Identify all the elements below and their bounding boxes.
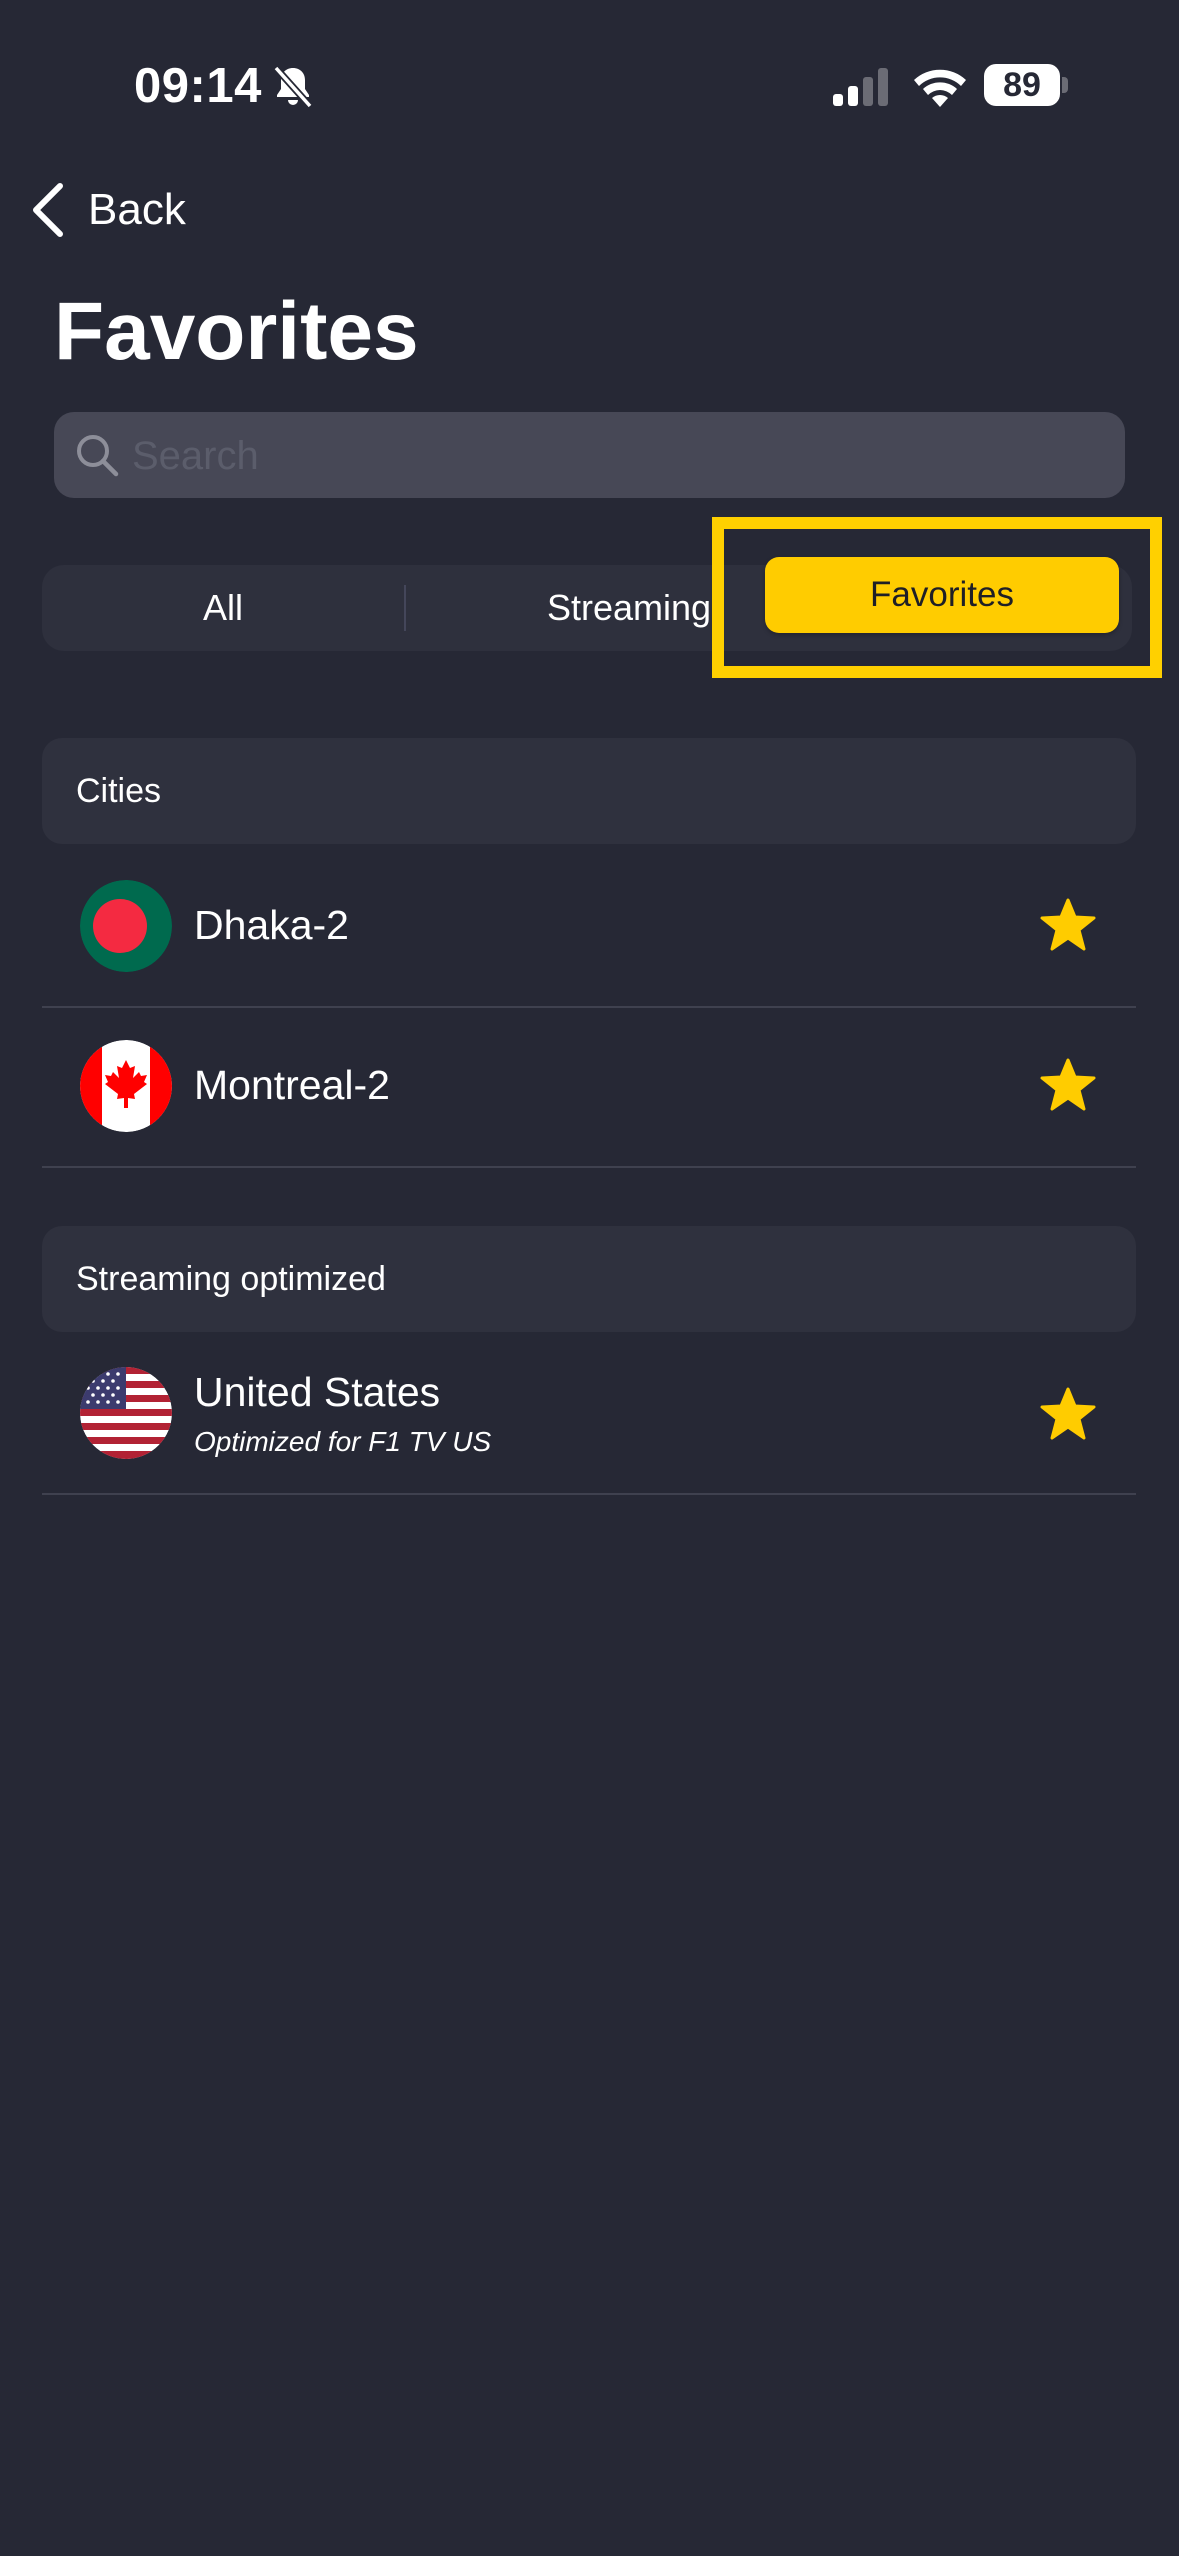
canada-flag-icon	[80, 1040, 172, 1132]
status-time: 09:14	[134, 59, 262, 113]
tab-favorites[interactable]: Favorites	[765, 557, 1119, 633]
chevron-left-icon	[33, 183, 63, 237]
battery-cap	[1062, 77, 1068, 93]
list-item-montreal[interactable]: Montreal-2	[42, 1006, 1136, 1168]
bell-slash-icon	[273, 65, 313, 109]
signal-icon	[833, 68, 888, 106]
search-icon	[77, 435, 119, 477]
list-item-subtitle: Optimized for F1 TV US	[194, 1426, 492, 1457]
star-icon[interactable]	[1040, 1387, 1096, 1441]
list-item-title: Dhaka-2	[194, 902, 349, 948]
list-item-dhaka[interactable]: Dhaka-2	[42, 846, 1136, 1008]
search-input[interactable]	[130, 412, 1094, 500]
list-item-united-states[interactable]: United States Optimized for F1 TV US	[42, 1333, 1136, 1495]
usa-flag-icon	[80, 1367, 172, 1459]
section-header-label: Cities	[76, 772, 162, 810]
wifi-icon	[914, 69, 966, 107]
section-header-cities: Cities	[42, 738, 1136, 844]
back-button[interactable]: Back	[30, 175, 186, 245]
back-label: Back	[88, 185, 186, 234]
star-icon[interactable]	[1040, 898, 1096, 952]
battery-level: 89	[984, 64, 1060, 106]
list-item-title: United States	[194, 1369, 441, 1415]
search-bar[interactable]	[54, 412, 1125, 500]
page-title: Favorites	[54, 286, 419, 377]
battery-indicator: 89	[984, 64, 1068, 106]
star-icon[interactable]	[1040, 1058, 1096, 1112]
section-header-streaming: Streaming optimized	[42, 1226, 1136, 1332]
tab-all[interactable]: All	[42, 565, 404, 651]
status-bar: 09:14 89	[0, 52, 1179, 122]
bangladesh-flag-icon	[80, 880, 172, 972]
list-item-title: Montreal-2	[194, 1062, 390, 1108]
section-header-label: Streaming optimized	[76, 1260, 386, 1298]
